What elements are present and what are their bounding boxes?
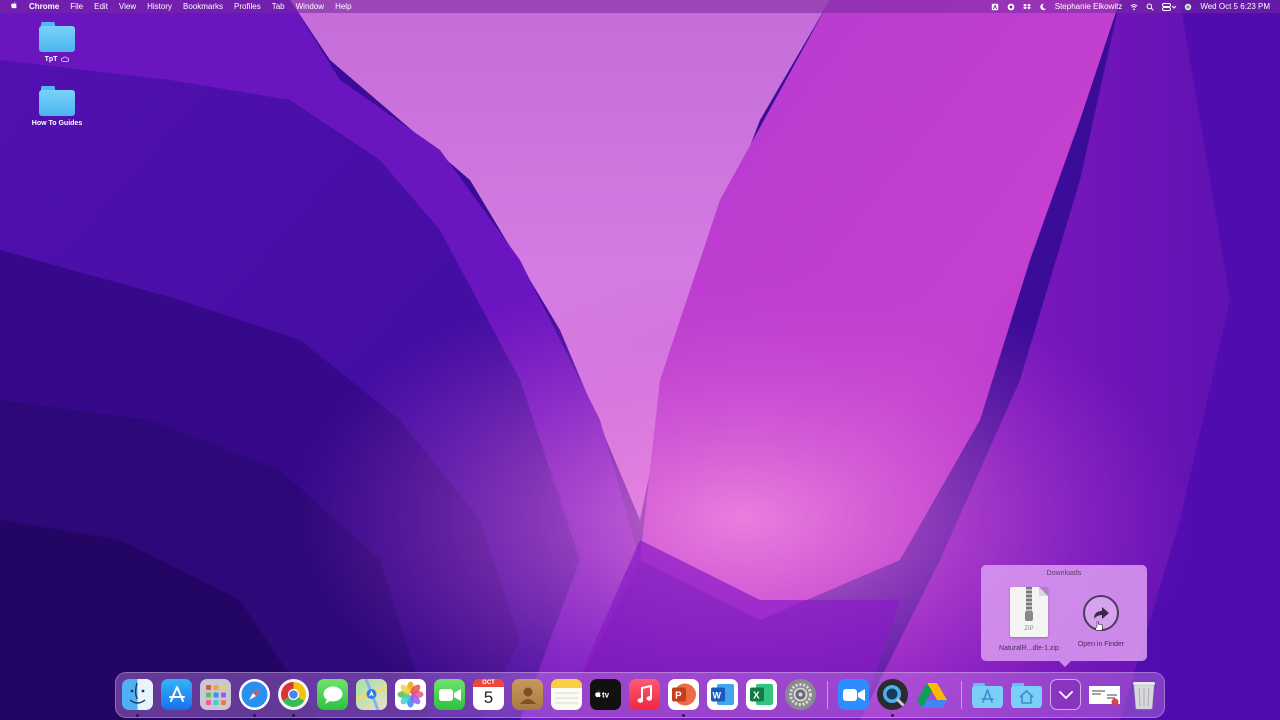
applications-folder-icon	[972, 682, 1003, 708]
dock-downloads-stack[interactable]	[1050, 679, 1081, 710]
photos-icon	[397, 681, 424, 708]
folder-icon	[39, 22, 75, 52]
menu-tab[interactable]: Tab	[272, 0, 285, 13]
app-store-icon	[168, 685, 185, 702]
dock-excel[interactable]: X	[746, 679, 777, 710]
desktop-folder-tpt[interactable]: TpT	[22, 22, 92, 63]
maps-icon	[356, 679, 387, 710]
search-icon[interactable]	[1146, 3, 1154, 11]
zip-file-icon: ZIP	[1010, 587, 1048, 637]
finder-icon	[129, 682, 146, 704]
svg-text:X: X	[753, 691, 760, 702]
dock: OCT 5 tv P W X	[115, 672, 1165, 718]
open-in-finder-label: Open in Finder	[1077, 641, 1125, 648]
menu-clock[interactable]: Wed Oct 5 6:23 PM	[1200, 0, 1270, 13]
svg-text:P: P	[675, 691, 682, 702]
zoom-icon	[842, 688, 865, 701]
record-icon[interactable]	[1007, 3, 1015, 11]
dock-document[interactable]	[1089, 679, 1120, 710]
dock-launchpad[interactable]	[200, 679, 231, 710]
dock-calendar[interactable]: OCT 5	[473, 679, 504, 710]
powerpoint-icon: P	[672, 683, 696, 706]
menu-bookmarks[interactable]: Bookmarks	[183, 0, 223, 13]
excel-icon: X	[750, 684, 773, 705]
moon-icon[interactable]	[1039, 3, 1047, 11]
svg-text:tv: tv	[602, 690, 610, 699]
menu-help[interactable]: Help	[335, 0, 351, 13]
dock-quicktime[interactable]	[877, 679, 908, 710]
apple-tv-icon: tv	[594, 690, 610, 699]
wifi-icon[interactable]	[1130, 3, 1138, 11]
menu-view[interactable]: View	[119, 0, 136, 13]
mouse-cursor-icon	[1095, 621, 1103, 631]
dock-chrome[interactable]	[278, 679, 309, 710]
download-file-name: NaturalR...dle-1.zip	[999, 645, 1059, 652]
dock-notes[interactable]	[551, 679, 582, 710]
download-file-item[interactable]: ZIP NaturalR...dle-1.zip	[989, 587, 1069, 652]
music-note-icon	[637, 684, 652, 703]
dock-finder[interactable]	[122, 679, 153, 710]
dock-applications-folder[interactable]	[972, 679, 1003, 710]
popover-title: Downloads	[1046, 570, 1082, 577]
chevron-down-icon	[1058, 690, 1073, 699]
menu-profiles[interactable]: Profiles	[234, 0, 261, 13]
icloud-icon	[61, 56, 70, 62]
dock-apple-tv[interactable]: tv	[590, 679, 621, 710]
siri-icon[interactable]	[1184, 3, 1192, 11]
safari-icon	[241, 681, 268, 708]
user-name[interactable]: Stephanie Elkowitz	[1055, 0, 1123, 13]
desktop-item-label: How To Guides	[31, 120, 83, 127]
dock-maps[interactable]	[356, 679, 387, 710]
dock-contacts[interactable]	[512, 679, 543, 710]
apple-menu-icon[interactable]	[10, 0, 18, 13]
menu-history[interactable]: History	[147, 0, 172, 13]
notes-icon	[551, 679, 582, 704]
menu-window[interactable]: Window	[296, 0, 324, 13]
dock-app-store[interactable]	[161, 679, 192, 710]
dock-trash[interactable]	[1128, 679, 1159, 710]
calendar-month: OCT	[473, 679, 504, 687]
launchpad-icon	[205, 684, 226, 705]
accessibility-icon[interactable]	[991, 3, 999, 11]
dock-facetime[interactable]	[434, 679, 465, 710]
menu-app-chrome[interactable]: Chrome	[29, 0, 59, 13]
calendar-day: 5	[483, 688, 494, 707]
messages-icon	[323, 686, 342, 704]
dock-system-preferences[interactable]	[785, 679, 816, 710]
dock-powerpoint[interactable]: P	[668, 679, 699, 710]
menu-edit[interactable]: Edit	[94, 0, 108, 13]
desktop-folder-how-to-guides[interactable]: How To Guides	[22, 86, 92, 127]
dock-zoom[interactable]	[838, 679, 869, 710]
folder-icon	[39, 86, 75, 116]
dock-google-drive[interactable]	[916, 679, 947, 710]
dock-music[interactable]	[629, 679, 660, 710]
dock-word[interactable]: W	[707, 679, 738, 710]
dock-home-folder[interactable]	[1011, 679, 1042, 710]
file-type-label: ZIP	[1024, 626, 1034, 632]
menu-file[interactable]: File	[70, 0, 83, 13]
facetime-icon	[438, 688, 461, 701]
desktop-item-label: TpT	[44, 56, 58, 63]
control-center-icon[interactable]	[1162, 2, 1177, 11]
dropbox-icon[interactable]	[1022, 3, 1031, 11]
word-icon: W	[711, 684, 734, 705]
dock-safari[interactable]	[239, 679, 270, 710]
quicktime-icon	[883, 685, 905, 707]
home-folder-icon	[1011, 682, 1042, 708]
document-thumbnail-icon	[1089, 685, 1120, 705]
dock-photos[interactable]	[395, 679, 426, 710]
gear-icon	[789, 683, 812, 706]
downloads-stack-popover: Downloads ZIP NaturalR...dle-1.zip Open …	[981, 565, 1147, 667]
chrome-icon	[281, 682, 306, 707]
google-drive-icon	[916, 682, 947, 708]
svg-text:W: W	[713, 691, 722, 701]
trash-icon	[1132, 681, 1155, 709]
contacts-icon	[519, 687, 536, 704]
dock-messages[interactable]	[317, 679, 348, 710]
menu-bar: Chrome File Edit View History Bookmarks …	[0, 0, 1280, 13]
